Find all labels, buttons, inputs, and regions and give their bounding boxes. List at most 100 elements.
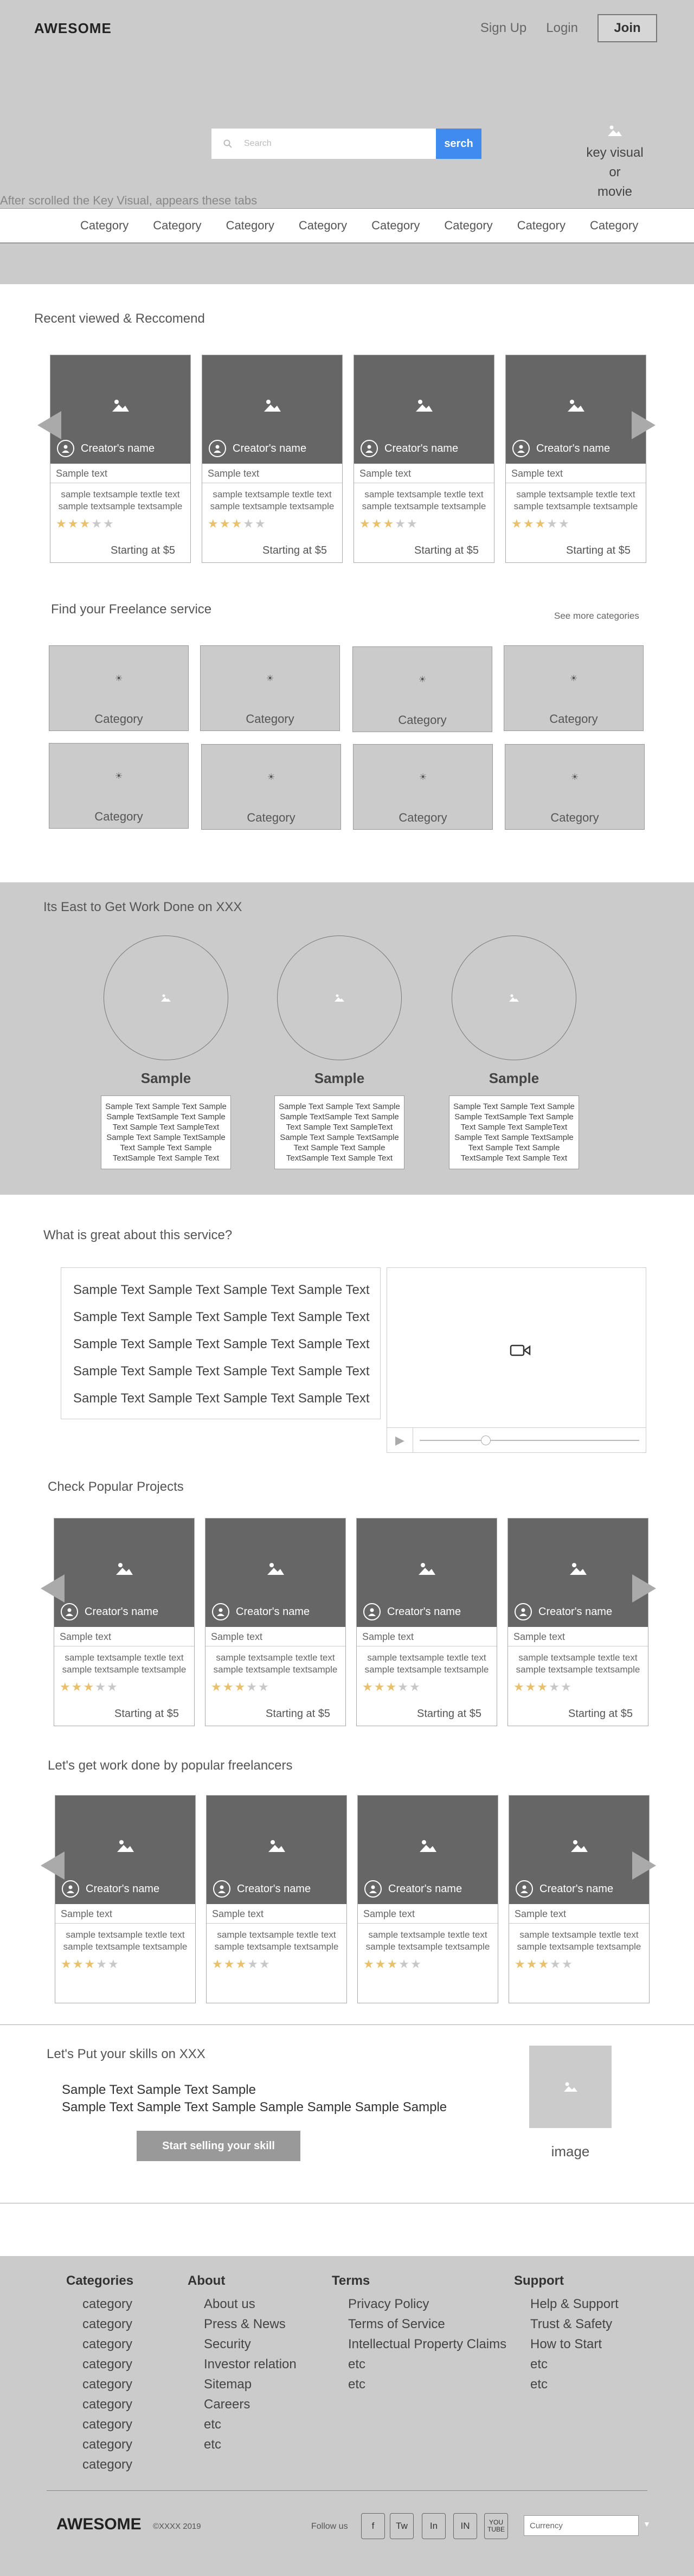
footer-link[interactable]: etc [332,2374,506,2394]
service-card[interactable]: Creator's name Sample text sample textsamp… [205,1518,346,1726]
creator[interactable]: Creator's name [61,1603,158,1620]
footer-link[interactable]: Terms of Service [332,2314,506,2334]
creator[interactable]: Creator's name [363,1603,461,1620]
footer-link[interactable]: Press & News [188,2314,297,2334]
rating-stars: ★★★★★ [54,1680,194,1694]
service-card[interactable]: Creator's name Sample text sample textsamp… [507,1518,648,1726]
carousel-prev-arrow[interactable] [41,1574,65,1603]
category-tab[interactable]: Category [444,219,492,233]
footer-link[interactable]: Sitemap [188,2374,297,2394]
carousel-next-arrow[interactable] [632,1574,656,1603]
footer-link[interactable]: etc [332,2354,506,2374]
footer-link[interactable]: How to Start [514,2334,619,2354]
footer-link[interactable]: Privacy Policy [332,2294,506,2314]
see-more-categories-link[interactable]: See more categories [554,611,639,621]
join-button[interactable]: Join [597,14,657,42]
creator[interactable]: Creator's name [364,1880,462,1898]
footer-link[interactable]: etc [188,2434,297,2455]
creator[interactable]: Creator's name [512,440,610,457]
site-logo[interactable]: AWESOME [34,20,112,37]
creator[interactable]: Creator's name [515,1603,612,1620]
twitter-icon[interactable]: Tw [390,2513,414,2539]
footer-link[interactable]: category [66,2334,133,2354]
start-selling-button[interactable]: Start selling your skill [137,2131,300,2161]
video-seek-bar[interactable] [420,1435,639,1445]
footer-link[interactable]: category [66,2434,133,2455]
creator[interactable]: Creator's name [62,1880,159,1898]
footer-link[interactable]: category [66,2294,133,2314]
category-tile[interactable]: ☀ Category [353,744,493,830]
carousel-next-arrow[interactable] [632,411,656,439]
login-link[interactable]: Login [546,21,578,36]
card-image: Creator's name [506,355,646,464]
footer-link[interactable]: etc [514,2374,619,2394]
creator[interactable]: Creator's name [213,1880,311,1898]
key-visual-line: movie [597,184,633,199]
category-tile[interactable]: ☀ Category [49,645,189,731]
service-card[interactable]: Creator's name Sample text sample textsamp… [356,1518,497,1726]
service-card[interactable]: Creator's name Sample text sample textsamp… [357,1795,498,2003]
category-tile[interactable]: ☀ Category [201,744,341,830]
footer-link[interactable]: category [66,2314,133,2334]
category-tile[interactable]: ☀ Category [49,743,189,829]
footer-logo[interactable]: AWESOME [56,2515,142,2534]
video-player[interactable]: ▶ [387,1267,646,1453]
service-card[interactable]: Creator's name Sample text sample textsamp… [505,355,646,563]
youtube-icon[interactable]: YOU TUBE [484,2513,508,2539]
currency-select[interactable]: Currency [524,2515,639,2536]
play-icon[interactable]: ▶ [387,1427,413,1453]
carousel-next-arrow[interactable] [632,1851,656,1880]
instagram-icon[interactable]: In [422,2513,446,2539]
footer-link[interactable]: category [66,2455,133,2475]
category-tab[interactable]: Category [226,219,274,233]
footer-link[interactable]: category [66,2374,133,2394]
footer-link[interactable]: Help & Support [514,2294,619,2314]
footer-link[interactable]: category [66,2394,133,2414]
chevron-down-icon[interactable]: ▼ [643,2520,651,2528]
facebook-icon[interactable]: f [361,2513,385,2539]
category-tab[interactable]: Category [371,219,420,233]
service-card[interactable]: Creator's name Sample text sample textsamp… [202,355,343,563]
footer-link[interactable]: etc [188,2414,297,2434]
carousel-prev-arrow[interactable] [41,1851,65,1880]
category-tile[interactable]: ☀ Category [352,646,492,732]
footer-link[interactable]: Investor relation [188,2354,297,2374]
star-icon: ★ [511,517,523,530]
category-tile[interactable]: ☀ Category [200,645,340,731]
creator-name: Creator's name [85,1605,159,1618]
category-tab[interactable]: Category [80,219,128,233]
category-tab[interactable]: Category [153,219,201,233]
service-card[interactable]: Creator's name Sample text sample textsamp… [50,355,191,563]
category-tab[interactable]: Category [299,219,347,233]
search-button[interactable]: serch [436,129,481,159]
footer-link[interactable]: category [66,2414,133,2434]
service-card[interactable]: Creator's name Sample text sample textsamp… [206,1795,347,2003]
signup-link[interactable]: Sign Up [480,21,526,36]
category-tab[interactable]: Category [517,219,566,233]
footer-link[interactable]: Intellectual Property Claims [332,2334,506,2354]
linkedin-icon[interactable]: IN [453,2513,477,2539]
creator[interactable]: Creator's name [361,440,458,457]
footer-link[interactable]: category [66,2354,133,2374]
creator[interactable]: Creator's name [516,1880,613,1898]
search-input[interactable]: Search [211,129,436,159]
service-card[interactable]: Creator's name Sample text sample textsamp… [354,355,494,563]
footer-link[interactable]: About us [188,2294,297,2314]
footer-link[interactable]: etc [514,2354,619,2374]
category-tile[interactable]: ☀ Category [505,744,645,830]
service-card[interactable]: Creator's name Sample text sample textsamp… [55,1795,196,2003]
category-tile[interactable]: ☀ Category [504,645,644,731]
service-card[interactable]: Creator's name Sample text sample textsamp… [509,1795,650,2003]
star-icon: ★ [375,1957,387,1971]
creator[interactable]: Creator's name [57,440,155,457]
footer-link[interactable]: Trust & Safety [514,2314,619,2334]
creator[interactable]: Creator's name [212,1603,310,1620]
footer-link[interactable]: Careers [188,2394,297,2414]
category-tab[interactable]: Category [590,219,638,233]
creator[interactable]: Creator's name [209,440,306,457]
footer-link[interactable]: Security [188,2334,297,2354]
service-card[interactable]: Creator's name Sample text sample textsamp… [54,1518,195,1726]
avatar-icon [512,440,530,457]
carousel-prev-arrow[interactable] [37,411,61,439]
seek-handle[interactable] [481,1435,491,1445]
